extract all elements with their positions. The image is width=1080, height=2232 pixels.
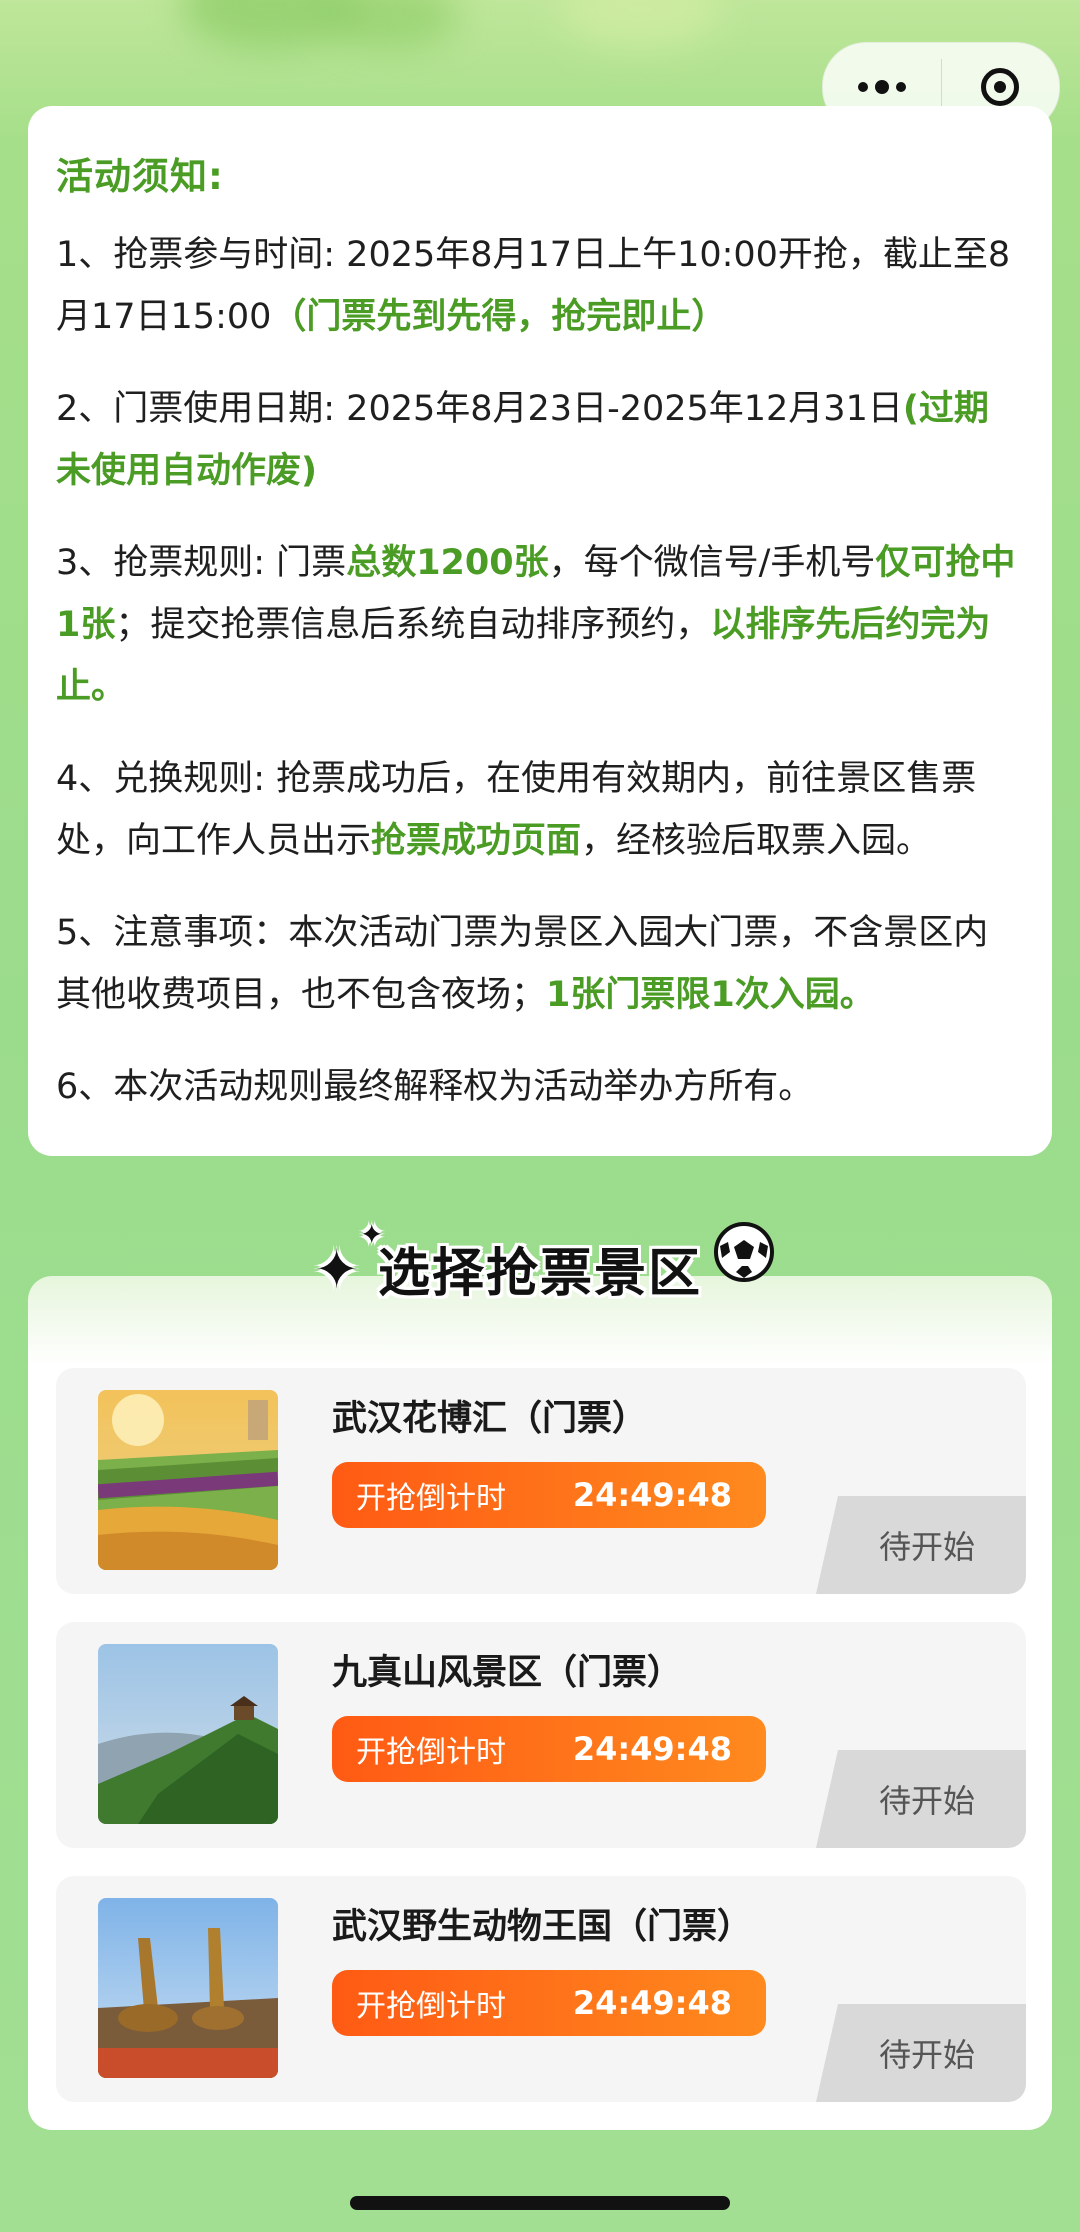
scenic-name: 武汉野生动物王国（门票） xyxy=(332,1907,753,1947)
notice-item-6: 6、本次活动规则最终解释权为活动举办方所有。 xyxy=(56,1067,814,1107)
notice-item-3: 3、抢票规则: 门票总数1200张，每个微信号/手机号仅可抢中1张；提交抢票信息… xyxy=(56,543,1016,707)
target-close-icon xyxy=(981,68,1020,106)
more-dots-icon xyxy=(857,80,906,94)
status-button[interactable]: 待开始 xyxy=(816,1496,1026,1594)
home-indicator[interactable] xyxy=(350,2196,730,2210)
notice-item-5: 5、注意事项：本次活动门票为景区入园大门票，不含景区内其他收费项目，也不包含夜场… xyxy=(56,913,989,1015)
scenic-name: 武汉花博汇（门票） xyxy=(332,1399,648,1439)
countdown-time: 24:49:48 xyxy=(572,1730,732,1768)
scenic-thumbnail xyxy=(98,1898,278,2078)
scenic-name: 九真山风景区（门票） xyxy=(332,1653,683,1693)
scenic-item[interactable]: 武汉花博汇（门票） 开抢倒计时 24:49:48 待开始 xyxy=(56,1368,1026,1594)
background-leaf xyxy=(560,0,720,50)
countdown-badge: 开抢倒计时 24:49:48 xyxy=(332,1462,766,1528)
sparkle-icon: ✦ xyxy=(360,1218,386,1251)
scenic-item[interactable]: 九真山风景区（门票） 开抢倒计时 24:49:48 待开始 xyxy=(56,1622,1026,1848)
countdown-time: 24:49:48 xyxy=(572,1476,732,1514)
notice-title: 活动须知: xyxy=(56,155,224,198)
background-leaf xyxy=(320,0,460,50)
scenic-item[interactable]: 武汉野生动物王国（门票） 开抢倒计时 24:49:48 待开始 xyxy=(56,1876,1026,2102)
scenic-thumbnail xyxy=(98,1390,278,1570)
scenic-thumbnail xyxy=(98,1644,278,1824)
section-title-text: 选择抢票景区 xyxy=(377,1243,702,1304)
countdown-time: 24:49:48 xyxy=(572,1984,732,2022)
countdown-badge: 开抢倒计时 24:49:48 xyxy=(332,1970,766,2036)
status-button[interactable]: 待开始 xyxy=(816,2004,1026,2102)
countdown-label: 开抢倒计时 xyxy=(356,1989,506,2024)
section-title: ✦ ✦ 选择抢票景区 xyxy=(300,1218,780,1318)
notice-item-2: 2、门票使用日期: 2025年8月23日-2025年12月31日(过期未使用自动… xyxy=(56,389,989,491)
activity-notice-card: 活动须知: 1、抢票参与时间: 2025年8月17日上午10:00开抢，截止至8… xyxy=(28,106,1052,1156)
status-button[interactable]: 待开始 xyxy=(816,1750,1026,1848)
scenic-list-panel: 武汉花博汇（门票） 开抢倒计时 24:49:48 待开始 九真山风景区（门票） … xyxy=(28,1276,1052,2130)
countdown-label: 开抢倒计时 xyxy=(356,1481,506,1516)
notice-item-1: 1、抢票参与时间: 2025年8月17日上午10:00开抢，截止至8月17日15… xyxy=(56,235,1011,337)
sparkle-icon: ✦ xyxy=(314,1238,362,1301)
countdown-badge: 开抢倒计时 24:49:48 xyxy=(332,1716,766,1782)
soccer-ball-icon xyxy=(714,1222,774,1282)
notice-item-4: 4、兑换规则: 抢票成功后，在使用有效期内，前往景区售票处，向工作人员出示抢票成… xyxy=(56,759,977,861)
countdown-label: 开抢倒计时 xyxy=(356,1735,506,1770)
